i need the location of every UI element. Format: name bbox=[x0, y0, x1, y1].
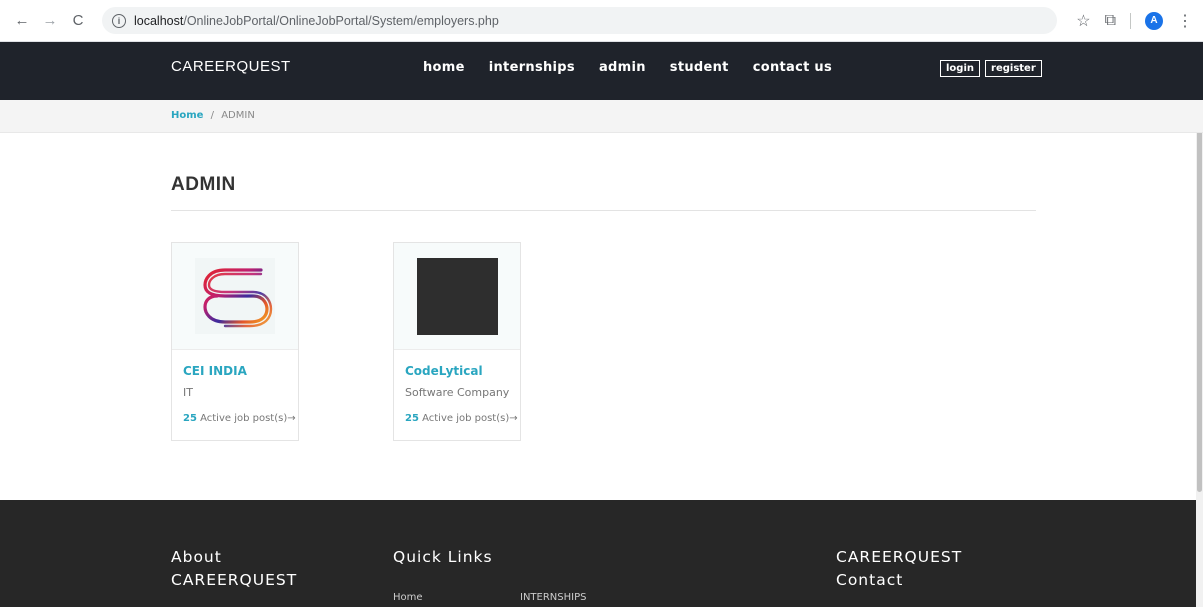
main-content: ADMIN CEI INDIA IT 25 Active job post(s)… bbox=[0, 133, 1203, 501]
title-divider bbox=[171, 210, 1036, 211]
profile-avatar[interactable]: A bbox=[1145, 11, 1163, 30]
reload-icon[interactable]: C bbox=[66, 9, 90, 33]
codelytical-poem-image: ​​​​ ​​​​ ​​​​ ​​ bbox=[416, 257, 498, 335]
extensions-icon[interactable]: ⧉ bbox=[1105, 12, 1116, 30]
footer-contact-title: CAREERQUEST Contact bbox=[836, 546, 962, 592]
toolbar-divider bbox=[1130, 12, 1131, 29]
menu-kebab-icon[interactable]: ⋮ bbox=[1177, 11, 1193, 31]
cei-logo-icon bbox=[195, 258, 275, 334]
employer-logo-area[interactable] bbox=[172, 243, 298, 350]
back-arrow-icon[interactable]: ← bbox=[10, 9, 34, 33]
url-domain: localhost bbox=[134, 13, 184, 28]
breadcrumb-current: ADMIN bbox=[221, 110, 255, 121]
job-count-label: Active job post(s)→ bbox=[418, 413, 518, 424]
site-footer: About CAREERQUEST Quick Links Home INTER… bbox=[0, 500, 1196, 607]
employer-industry: IT bbox=[183, 386, 193, 399]
footer-about-line-2: CAREERQUEST bbox=[171, 571, 298, 589]
bookmark-star-icon[interactable]: ☆ bbox=[1076, 11, 1090, 31]
employer-name[interactable]: CEI INDIA bbox=[183, 364, 247, 378]
employer-card[interactable]: ​​​​ ​​​​ ​​​​ ​​ CodeLytical Software C… bbox=[393, 242, 521, 441]
footer-about-title: About CAREERQUEST bbox=[171, 546, 297, 592]
forward-arrow-icon[interactable]: → bbox=[38, 9, 62, 33]
nav-student[interactable]: student bbox=[670, 60, 729, 75]
main-nav: home internships admin student contact u… bbox=[423, 60, 832, 75]
footer-contact-line-1: CAREERQUEST bbox=[836, 548, 963, 566]
job-count: 25 bbox=[183, 413, 197, 424]
nav-contact-us[interactable]: contact us bbox=[753, 60, 832, 75]
url-path: /OnlineJobPortal/OnlineJobPortal/System/… bbox=[183, 13, 499, 28]
nav-home[interactable]: home bbox=[423, 60, 465, 75]
breadcrumb-home-link[interactable]: Home bbox=[171, 110, 203, 121]
employer-name[interactable]: CodeLytical bbox=[405, 364, 483, 378]
login-button[interactable]: login bbox=[940, 60, 981, 77]
job-count: 25 bbox=[405, 413, 419, 424]
nav-admin[interactable]: admin bbox=[599, 60, 646, 75]
register-button[interactable]: register bbox=[985, 60, 1042, 77]
breadcrumb: Home / ADMIN bbox=[171, 110, 255, 121]
employer-card[interactable]: CEI INDIA IT 25 Active job post(s)→ bbox=[171, 242, 299, 441]
footer-about-line-1: About bbox=[171, 548, 222, 566]
breadcrumb-bar: Home / ADMIN bbox=[0, 100, 1203, 133]
auth-buttons: login register bbox=[940, 60, 1042, 77]
breadcrumb-separator: / bbox=[210, 110, 215, 121]
footer-contact-line-2: Contact bbox=[836, 571, 904, 589]
browser-toolbar: ← → C i localhost/OnlineJobPortal/Online… bbox=[0, 0, 1203, 42]
employer-industry: Software Company bbox=[405, 386, 510, 399]
job-count-label: Active job post(s)→ bbox=[196, 413, 296, 424]
page-title: ADMIN bbox=[171, 174, 236, 195]
active-jobs-link[interactable]: 25 Active job post(s)→ bbox=[183, 413, 296, 424]
employer-logo-area[interactable]: ​​​​ ​​​​ ​​​​ ​​ bbox=[394, 243, 520, 350]
brand-logo[interactable]: CAREERQUEST bbox=[171, 58, 291, 75]
site-info-icon[interactable]: i bbox=[112, 13, 126, 28]
footer-link-home[interactable]: Home bbox=[393, 592, 423, 603]
site-header: CAREERQUEST home internships admin stude… bbox=[0, 42, 1203, 100]
address-bar[interactable]: i localhost/OnlineJobPortal/OnlineJobPor… bbox=[102, 7, 1057, 34]
active-jobs-link[interactable]: 25 Active job post(s)→ bbox=[405, 413, 518, 424]
nav-internships[interactable]: internships bbox=[489, 60, 575, 75]
footer-link-internships[interactable]: INTERNSHIPS bbox=[520, 592, 586, 603]
footer-quick-links-title: Quick Links bbox=[393, 548, 493, 566]
